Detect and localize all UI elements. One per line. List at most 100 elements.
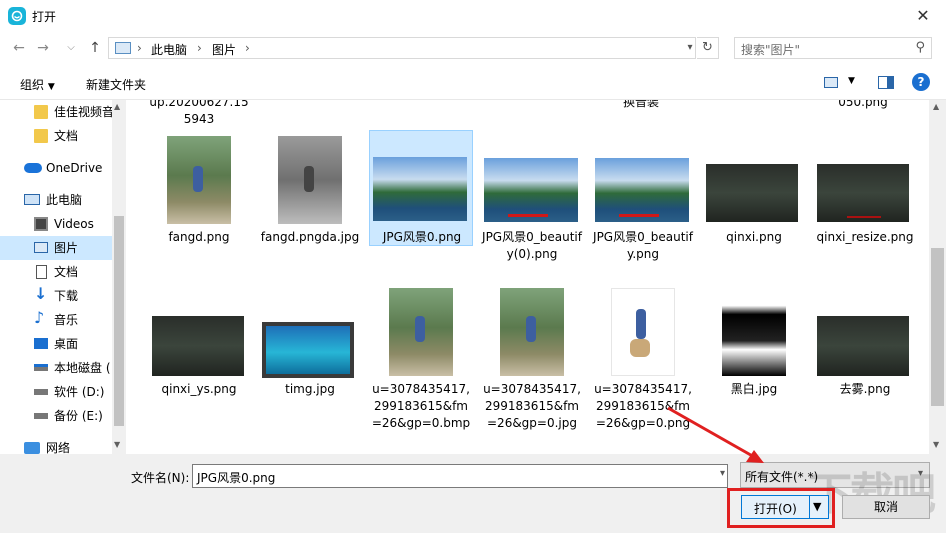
- breadcrumb-item-pictures[interactable]: 图片: [212, 41, 236, 58]
- file-name: 去雾.png: [839, 382, 891, 396]
- file-tile-dehaze-png[interactable]: 去雾.png: [813, 286, 917, 408]
- breadcrumb-item-this-pc[interactable]: 此电脑: [151, 41, 187, 58]
- scroll-down-icon[interactable]: ▼: [933, 440, 939, 449]
- sidebar-item-jiajia-folder[interactable]: 佳佳视频音: [0, 100, 112, 124]
- picture-icon: [34, 242, 48, 253]
- file-tile-qinxi-resize-png[interactable]: qinxi_resize.png: [813, 130, 917, 252]
- file-name: qinxi_resize.png: [816, 230, 914, 244]
- sidebar-item-label: 软件 (D:): [54, 385, 105, 399]
- file-tile-qinxi-png[interactable]: qinxi.png: [702, 130, 806, 252]
- sidebar-item-desktop[interactable]: 桌面: [0, 332, 112, 356]
- file-tile-timg-jpg[interactable]: timg.jpg: [258, 286, 362, 408]
- file-list: up.20200627.15 5943 换音装 050.png fangd.pn…: [127, 100, 929, 454]
- sidebar-item-this-pc[interactable]: 此电脑: [0, 188, 112, 212]
- file-name: qinxi.png: [726, 230, 782, 244]
- sidebar-scroll-thumb[interactable]: [114, 216, 124, 426]
- filename-input[interactable]: JPG风景0.png ▾: [192, 464, 728, 488]
- scroll-up-icon[interactable]: ▲: [933, 102, 939, 111]
- file-list-scroll-thumb[interactable]: [931, 248, 944, 406]
- sidebar-item-label: Videos: [54, 217, 94, 231]
- scroll-up-icon[interactable]: ▲: [114, 102, 120, 111]
- file-tile-u-jpg[interactable]: u=3078435417,299183615&fm=26&gp=0.jpg: [480, 286, 584, 436]
- sidebar-item-local-disk-c[interactable]: 本地磁盘 (: [0, 356, 112, 380]
- sidebar-item-drive-e[interactable]: 备份 (E:): [0, 404, 112, 428]
- file-tile-black-white-jpg[interactable]: 黑白.jpg: [702, 286, 806, 408]
- help-icon[interactable]: ?: [912, 73, 930, 91]
- view-mode-icon[interactable]: [824, 77, 838, 88]
- file-tile-jpg-landscape-beautify-0[interactable]: JPG风景0_beautify(0).png: [480, 130, 584, 280]
- sidebar-item-drive-d[interactable]: 软件 (D:): [0, 380, 112, 404]
- sidebar-item-label: 网络: [46, 441, 71, 454]
- drive-icon: [34, 389, 48, 395]
- file-tile-qinxi-ys-png[interactable]: qinxi_ys.png: [147, 286, 251, 408]
- file-thumbnail: [484, 158, 578, 222]
- address-bar[interactable]: › 此电脑 › 图片 ›: [108, 37, 696, 59]
- music-icon: ♪: [34, 308, 45, 327]
- refresh-icon: ↻: [702, 40, 713, 55]
- back-button[interactable]: ←: [8, 32, 30, 64]
- refresh-button[interactable]: ↻: [697, 37, 719, 59]
- file-name: u=3078435417,299183615&fm=26&gp=0.bmp: [371, 382, 471, 430]
- sidebar-item-label: 音乐: [54, 313, 79, 327]
- address-dropdown-button[interactable]: ▾: [682, 37, 698, 59]
- preview-pane-icon[interactable]: [878, 76, 894, 89]
- file-name: up.20200627.15 5943: [149, 100, 249, 126]
- forward-button[interactable]: →: [32, 32, 54, 64]
- recent-locations-button[interactable]: ⌵: [60, 32, 82, 64]
- folder-icon: [34, 129, 48, 143]
- sidebar-item-label: 文档: [54, 265, 79, 279]
- breadcrumb-separator: ›: [245, 41, 250, 55]
- sidebar-item-documents-folder[interactable]: 文档: [0, 124, 112, 148]
- new-folder-button[interactable]: 新建文件夹: [86, 76, 146, 93]
- filename-value: JPG风景0.png: [197, 471, 276, 485]
- file-name: qinxi_ys.png: [161, 382, 237, 396]
- file-thumbnail: [722, 288, 786, 376]
- file-name: 黑白.jpg: [730, 382, 778, 396]
- file-tile-u-bmp[interactable]: u=3078435417,299183615&fm=26&gp=0.bmp: [369, 286, 473, 454]
- sidebar-item-label: 此电脑: [46, 193, 83, 207]
- file-name: u=3078435417,299183615&fm=26&gp=0.jpg: [483, 382, 581, 430]
- file-name: 050.png: [838, 100, 888, 109]
- sidebar-item-label: 备份 (E:): [54, 409, 103, 423]
- search-box[interactable]: 搜索"图片" ⚲: [734, 37, 932, 59]
- file-tile-jpg-landscape-0-png[interactable]: JPG风景0.png: [369, 130, 473, 246]
- organize-button[interactable]: 组织 ▼: [20, 76, 55, 93]
- sidebar-item-network[interactable]: 网络: [0, 436, 112, 454]
- file-thumbnail: [278, 136, 342, 224]
- folder-icon: [34, 105, 48, 119]
- cancel-button[interactable]: 取消: [842, 495, 930, 519]
- sidebar-item-documents[interactable]: 文档: [0, 260, 112, 284]
- open-dropdown-icon[interactable]: ▼: [813, 500, 821, 513]
- close-button[interactable]: ✕: [900, 0, 946, 32]
- file-tile-fangd-png[interactable]: fangd.png: [147, 130, 251, 252]
- sidebar-item-label: 桌面: [54, 337, 79, 351]
- file-tile-fangd-pngda-jpg[interactable]: fangd.pngda.jpg: [258, 130, 362, 252]
- open-button[interactable]: 打开(O) ▼: [741, 495, 829, 519]
- computer-icon: [24, 194, 40, 205]
- sidebar-item-videos[interactable]: Videos: [0, 212, 112, 236]
- download-icon: ↓: [34, 284, 48, 303]
- drive-icon: [34, 364, 48, 371]
- file-thumbnail: [817, 164, 909, 222]
- sidebar-item-music[interactable]: ♪ 音乐: [0, 308, 112, 332]
- title-bar: 打开 ✕: [0, 0, 946, 32]
- sidebar-item-label: OneDrive: [46, 161, 103, 175]
- navigation-pane: 佳佳视频音 文档 OneDrive 此电脑 Videos 图片 文档 ↓ 下载 …: [0, 100, 126, 454]
- window-title: 打开: [32, 10, 57, 24]
- up-button[interactable]: ↑: [84, 32, 106, 64]
- document-icon: [36, 265, 47, 279]
- sidebar-item-label: 佳佳视频音: [54, 105, 112, 119]
- file-tile-jpg-landscape-beautify[interactable]: JPG风景0_beautify.png: [591, 130, 695, 280]
- desktop-icon: [34, 338, 48, 349]
- sidebar-item-pictures[interactable]: 图片: [0, 236, 112, 260]
- file-thumbnail: [611, 288, 675, 376]
- file-name: timg.jpg: [285, 382, 335, 396]
- chevron-down-icon: ▼: [47, 82, 55, 92]
- sidebar-item-downloads[interactable]: ↓ 下载: [0, 284, 112, 308]
- annotation-arrow: [667, 406, 764, 463]
- sidebar-item-onedrive[interactable]: OneDrive: [0, 156, 112, 180]
- view-mode-dropdown-icon[interactable]: ▼: [848, 76, 855, 86]
- scroll-down-icon[interactable]: ▼: [114, 440, 120, 449]
- drive-icon: [34, 413, 48, 419]
- picture-location-icon: [115, 42, 131, 54]
